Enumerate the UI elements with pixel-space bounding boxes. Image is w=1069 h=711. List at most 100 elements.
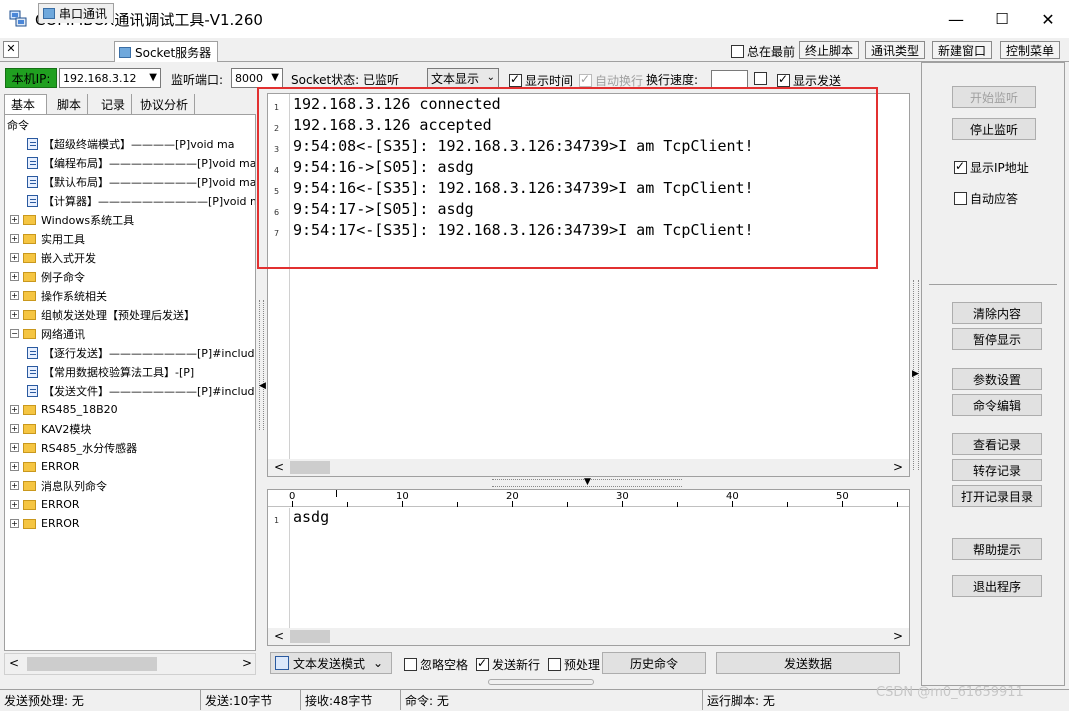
show-ip-toggle[interactable]: 显示IP地址 bbox=[954, 159, 1029, 176]
wrap-speed-checkbox[interactable] bbox=[754, 72, 767, 85]
tree-folder[interactable]: + 组帧发送处理【预处理后发送】 bbox=[10, 305, 195, 324]
expand-icon[interactable]: + bbox=[10, 310, 19, 319]
tree-item[interactable]: 【计算器】——————————[P]void ma bbox=[27, 191, 255, 210]
left-horizontal-scrollbar[interactable]: < > bbox=[4, 653, 256, 675]
port-select[interactable]: 8000 ▼ bbox=[231, 68, 283, 88]
scroll-right-icon[interactable]: > bbox=[893, 629, 903, 643]
show-ip-checkbox[interactable] bbox=[954, 159, 967, 174]
auto-reply-toggle[interactable]: 自动应答 bbox=[954, 190, 1018, 207]
tree-item[interactable]: 【超级终端模式】————[P]void ma bbox=[27, 134, 234, 153]
expand-icon[interactable]: + bbox=[10, 500, 19, 509]
scroll-left-icon[interactable]: < bbox=[274, 460, 284, 474]
tree-folder[interactable]: + 操作系统相关 bbox=[10, 286, 107, 305]
expand-icon[interactable]: + bbox=[10, 291, 19, 300]
close-tab-icon[interactable]: ✕ bbox=[3, 41, 19, 58]
close-button[interactable]: ✕ bbox=[1025, 0, 1069, 38]
show-time-checkbox[interactable] bbox=[509, 72, 522, 87]
auto-wrap-checkbox[interactable] bbox=[579, 72, 592, 87]
expand-icon[interactable]: + bbox=[10, 462, 19, 471]
send-data-button[interactable]: 发送数据 bbox=[716, 652, 900, 674]
tree-root[interactable]: 命令 bbox=[7, 115, 29, 134]
tree-folder[interactable]: + ERROR bbox=[10, 495, 80, 514]
tree-folder[interactable]: + 例子命令 bbox=[10, 267, 85, 286]
tree-item[interactable]: 【默认布局】————————[P]void ma bbox=[27, 172, 255, 191]
scroll-thumb[interactable] bbox=[27, 657, 157, 671]
save-log-button[interactable]: 转存记录 bbox=[952, 459, 1042, 481]
expand-icon[interactable]: + bbox=[10, 234, 19, 243]
splitter-arrow-right-icon[interactable]: ▶ bbox=[912, 369, 919, 379]
tree-item[interactable]: 【常用数据校验算法工具】-[P] bbox=[27, 362, 194, 381]
tree-folder[interactable]: + ERROR bbox=[10, 457, 80, 476]
wrap-speed-input[interactable] bbox=[711, 70, 748, 88]
expand-icon[interactable]: + bbox=[10, 253, 19, 262]
history-button[interactable]: 历史命令 bbox=[602, 652, 706, 674]
display-mode-select[interactable]: 文本显示 ⌄ bbox=[427, 68, 499, 88]
tree-item[interactable]: 【逐行发送】————————[P]#includ bbox=[27, 343, 255, 362]
start-listen-button[interactable]: 开始监听 bbox=[952, 86, 1036, 108]
ignore-space-toggle[interactable]: 忽略空格 bbox=[404, 656, 468, 673]
left-tab-basic[interactable]: 基本 bbox=[4, 94, 47, 114]
expand-icon[interactable]: + bbox=[10, 272, 19, 281]
tree-folder[interactable]: + 嵌入式开发 bbox=[10, 248, 96, 267]
scroll-left-icon[interactable]: < bbox=[274, 629, 284, 643]
maximize-button[interactable]: ☐ bbox=[979, 0, 1025, 38]
preprocess-checkbox[interactable] bbox=[548, 658, 561, 671]
show-send-checkbox[interactable] bbox=[777, 72, 790, 87]
tree-folder[interactable]: + KAV2模块 bbox=[10, 419, 91, 438]
always-on-top-toggle[interactable]: 总在最前 bbox=[731, 43, 795, 60]
minimize-button[interactable]: — bbox=[933, 0, 979, 38]
tree-item[interactable]: 【编程布局】————————[P]void ma bbox=[27, 153, 255, 172]
expand-icon[interactable]: + bbox=[10, 443, 19, 452]
tree-folder[interactable]: + ERROR bbox=[10, 514, 80, 533]
expand-icon[interactable]: + bbox=[10, 215, 19, 224]
send-newline-checkbox[interactable] bbox=[476, 656, 489, 671]
tab-serial[interactable]: 串口通讯 bbox=[38, 3, 115, 23]
wrap-speed-checkbox-wrap[interactable] bbox=[754, 72, 767, 88]
tree-item[interactable]: 【发送文件】————————[P]#includ bbox=[27, 381, 255, 400]
always-on-top-checkbox[interactable] bbox=[731, 45, 744, 58]
preprocess-toggle[interactable]: 预处理 bbox=[548, 656, 600, 673]
open-log-dir-button[interactable]: 打开记录目录 bbox=[952, 485, 1042, 507]
tree-folder[interactable]: + 消息队列命令 bbox=[10, 476, 107, 495]
splitter-arrow-left-icon[interactable]: ◀ bbox=[259, 381, 266, 391]
send-mode-select[interactable]: 文本发送模式 ⌄ bbox=[270, 652, 392, 674]
scroll-right-icon[interactable]: > bbox=[242, 656, 252, 670]
expand-icon[interactable]: + bbox=[10, 424, 19, 433]
tree-folder[interactable]: + 实用工具 bbox=[10, 229, 85, 248]
auto-reply-checkbox[interactable] bbox=[954, 192, 967, 205]
scroll-right-icon[interactable]: > bbox=[893, 460, 903, 474]
scroll-thumb[interactable] bbox=[290, 630, 330, 643]
receive-horizontal-scrollbar[interactable]: < > bbox=[268, 459, 909, 476]
expand-icon[interactable]: + bbox=[10, 481, 19, 490]
bottom-splitter[interactable] bbox=[488, 679, 594, 685]
stop-listen-button[interactable]: 停止监听 bbox=[952, 118, 1036, 140]
local-ip-select[interactable]: 192.168.3.12 ▼ bbox=[59, 68, 161, 88]
send-newline-toggle[interactable]: 发送新行 bbox=[476, 656, 540, 673]
clear-button[interactable]: 清除内容 bbox=[952, 302, 1042, 324]
ignore-space-checkbox[interactable] bbox=[404, 658, 417, 671]
left-tab-protocol[interactable]: 协议分析 bbox=[134, 94, 196, 114]
pause-display-button[interactable]: 暂停显示 bbox=[952, 328, 1042, 350]
tree-folder[interactable]: + RS485_水分传感器 bbox=[10, 438, 137, 457]
exit-button[interactable]: 退出程序 bbox=[952, 575, 1042, 597]
collapse-icon[interactable]: − bbox=[10, 329, 19, 338]
params-button[interactable]: 参数设置 bbox=[952, 368, 1042, 390]
scroll-thumb[interactable] bbox=[290, 461, 330, 474]
expand-icon[interactable]: + bbox=[10, 519, 19, 528]
scroll-left-icon[interactable]: < bbox=[9, 656, 19, 670]
send-editor[interactable]: 0 10 20 30 40 50 1 asdg < > bbox=[267, 489, 910, 646]
left-tab-log[interactable]: 记录 bbox=[95, 94, 133, 114]
left-tab-script[interactable]: 脚本 bbox=[51, 94, 89, 114]
stop-script-button[interactable]: 终止脚本 bbox=[799, 41, 860, 59]
splitter-arrow-down-icon[interactable]: ▼ bbox=[584, 477, 591, 487]
help-button[interactable]: 帮助提示 bbox=[952, 538, 1042, 560]
send-horizontal-scrollbar[interactable]: < > bbox=[268, 628, 909, 645]
control-menu-button[interactable]: 控制菜单 bbox=[1000, 41, 1061, 59]
tab-socket-server[interactable]: Socket服务器 bbox=[114, 41, 219, 62]
tree-folder[interactable]: + Windows系统工具 bbox=[10, 210, 134, 229]
tree-folder[interactable]: − 网络通讯 bbox=[10, 324, 85, 343]
comm-type-button[interactable]: 通讯类型 bbox=[865, 41, 926, 59]
expand-icon[interactable]: + bbox=[10, 405, 19, 414]
view-log-button[interactable]: 查看记录 bbox=[952, 433, 1042, 455]
tree-folder[interactable]: + RS485_18B20 bbox=[10, 400, 118, 419]
